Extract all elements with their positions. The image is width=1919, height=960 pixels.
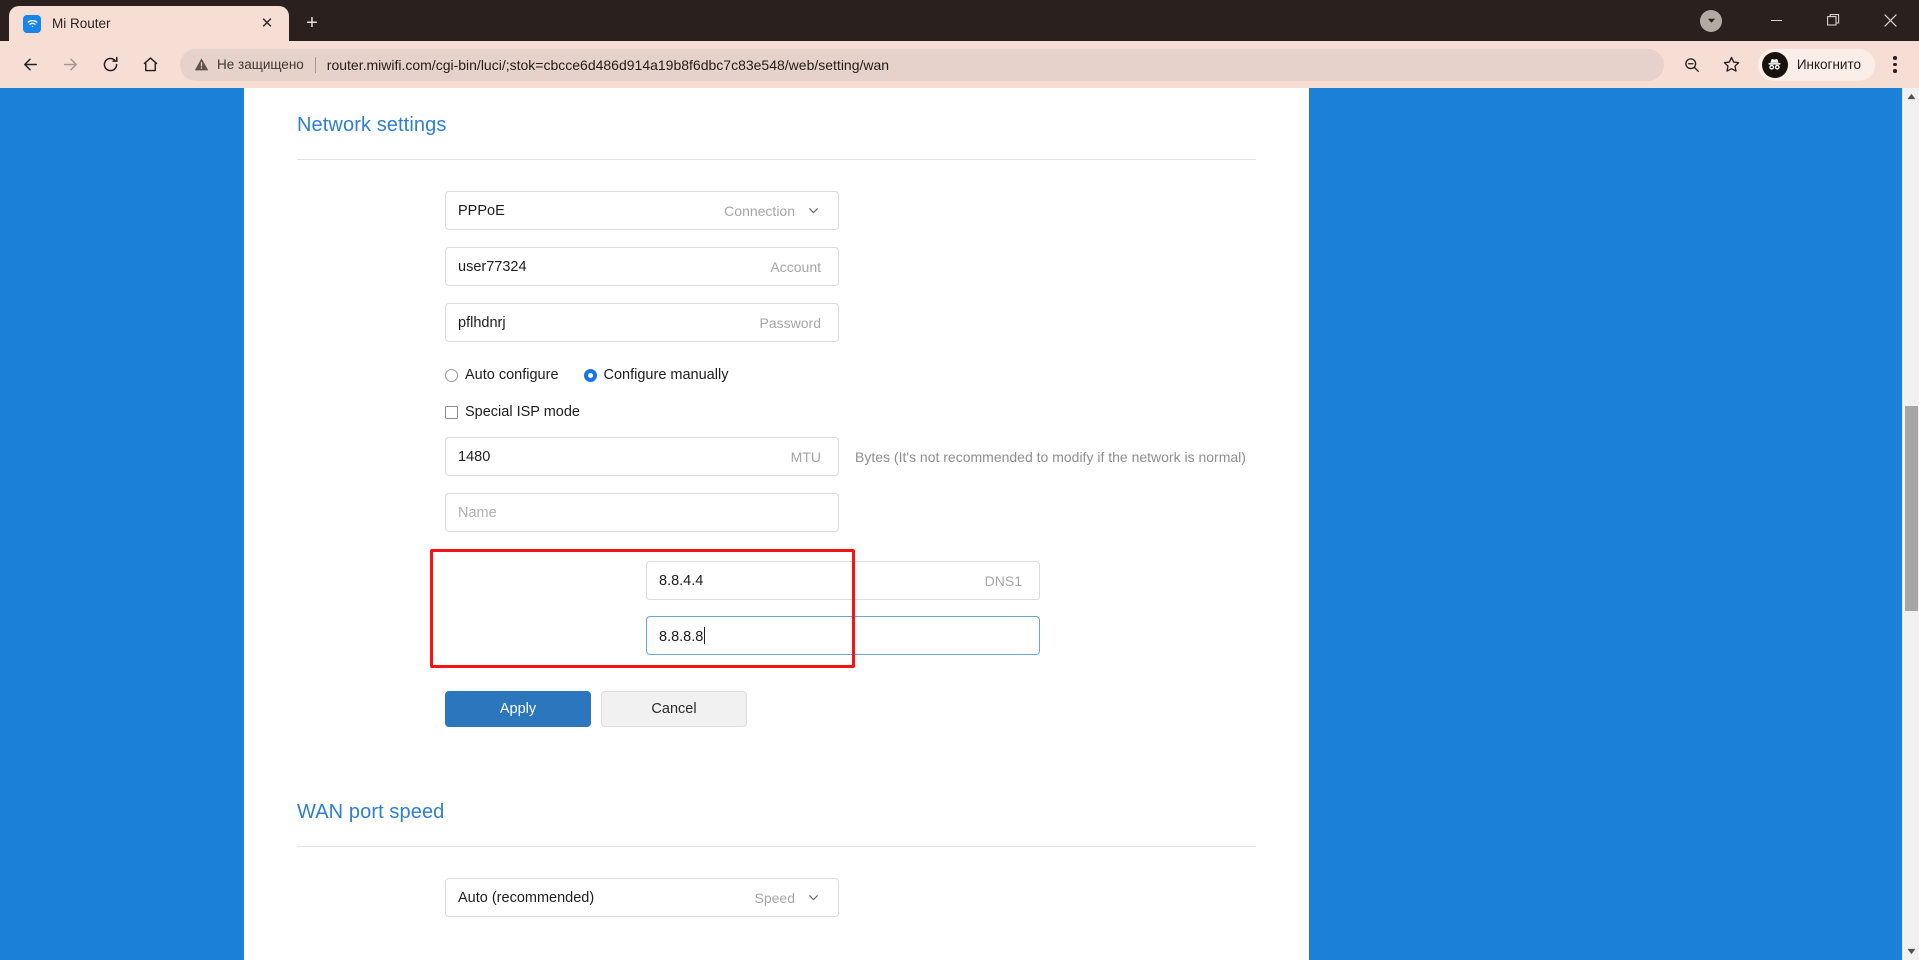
network-settings-form: PPPoE Connection user77324 Account pflhd… — [244, 191, 1309, 727]
zoom-out-icon[interactable] — [1675, 48, 1709, 82]
menu-dot — [1893, 56, 1897, 60]
browser-tab[interactable]: Mi Router ✕ — [9, 6, 289, 41]
minimize-button[interactable] — [1748, 0, 1805, 41]
radio-configure-manually[interactable]: Configure manually — [583, 367, 729, 383]
network-settings-title: Network settings — [297, 114, 447, 136]
account-row: user77324 Account — [244, 247, 1309, 286]
bookmark-star-icon[interactable] — [1715, 48, 1749, 82]
tab-title: Mi Router — [52, 16, 111, 31]
connection-type-row: PPPoE Connection — [244, 191, 1309, 230]
dns2-row: 8.8.8.8 — [445, 616, 1309, 655]
checkbox-special-isp-label: Special ISP mode — [465, 404, 580, 420]
radio-auto-configure[interactable]: Auto configure — [445, 367, 559, 383]
account-label: Account — [770, 258, 821, 275]
browser-titlebar: Mi Router ✕ + — [0, 0, 1919, 41]
checkbox-special-isp-mode[interactable]: Special ISP mode — [445, 404, 580, 420]
account-value: user77324 — [458, 258, 527, 275]
connection-type-select[interactable]: PPPoE Connection — [445, 191, 839, 230]
menu-dot — [1893, 69, 1897, 73]
scroll-down-arrow-icon[interactable] — [1903, 943, 1919, 960]
service-name-placeholder: Name — [458, 504, 497, 521]
dns1-row: 8.8.4.4 DNS1 — [445, 561, 1309, 600]
close-window-button[interactable] — [1862, 0, 1919, 41]
dns-highlight-group: 8.8.4.4 DNS1 8.8.8.8 — [244, 549, 1309, 668]
configure-mode-row: Auto configure Configure manually — [244, 367, 1309, 383]
home-icon[interactable] — [133, 48, 167, 82]
not-secure-warning-icon — [194, 57, 209, 72]
browser-menu-icon[interactable] — [1879, 48, 1911, 82]
dns1-value: 8.8.4.4 — [659, 572, 704, 589]
password-input[interactable]: pflhdnrj Password — [445, 303, 839, 342]
page-background-right — [1309, 88, 1919, 960]
page-viewport: Network settings PPPoE Connection user77… — [0, 88, 1919, 960]
radio-auto-configure-label: Auto configure — [465, 367, 559, 383]
mtu-input[interactable]: 1480 MTU — [445, 437, 839, 476]
omnibox-divider — [314, 56, 316, 73]
address-bar[interactable]: Не защищено router.miwifi.com/cgi-bin/lu… — [180, 48, 1664, 81]
service-name-input[interactable]: Name — [445, 493, 839, 532]
mtu-hint-text: Bytes (It's not recommended to modify if… — [855, 448, 1246, 465]
apply-button[interactable]: Apply — [445, 691, 591, 727]
connection-type-value: PPPoE — [458, 202, 505, 219]
dns2-input[interactable]: 8.8.8.8 — [646, 616, 1040, 655]
menu-dot — [1893, 62, 1897, 67]
radio-configure-manually-label: Configure manually — [603, 367, 729, 383]
maximize-button[interactable] — [1805, 0, 1862, 41]
section-divider — [297, 846, 1256, 847]
reload-icon[interactable] — [93, 48, 127, 82]
new-tab-button[interactable]: + — [297, 8, 327, 38]
radio-configure-manually-icon[interactable] — [583, 368, 597, 382]
update-available-icon[interactable] — [1700, 9, 1722, 32]
wan-port-speed-title: WAN port speed — [297, 801, 445, 823]
cancel-button[interactable]: Cancel — [601, 691, 747, 727]
profile-name-label: Инкогнито — [1796, 57, 1861, 72]
url-text: router.miwifi.com/cgi-bin/luci/;stok=cbc… — [326, 56, 890, 73]
service-name-row: Name — [244, 493, 1309, 532]
mtu-label: MTU — [790, 448, 821, 465]
dns1-label: DNS1 — [984, 572, 1022, 589]
scrollbar-thumb[interactable] — [1905, 406, 1918, 611]
wan-speed-label: Speed — [754, 889, 795, 906]
dns1-input[interactable]: 8.8.4.4 DNS1 — [646, 561, 1040, 600]
profile-incognito-button[interactable]: Инкогнито — [1757, 48, 1875, 81]
wan-speed-value: Auto (recommended) — [458, 889, 595, 906]
browser-toolbar: Не защищено router.miwifi.com/cgi-bin/lu… — [0, 41, 1919, 88]
wan-speed-row: Auto (recommended) Speed — [244, 878, 1309, 917]
forward-icon[interactable] — [53, 48, 87, 82]
tab-strip: Mi Router ✕ + — [0, 0, 327, 41]
special-isp-row: Special ISP mode — [244, 404, 1309, 420]
router-settings-content: Network settings PPPoE Connection user77… — [244, 88, 1309, 960]
connection-type-label: Connection — [724, 202, 795, 219]
wan-speed-select[interactable]: Auto (recommended) Speed — [445, 878, 839, 917]
dns2-value: 8.8.8.8 — [659, 626, 706, 645]
page-scrollbar[interactable] — [1902, 88, 1919, 960]
browser-window: Mi Router ✕ + Не защищено router.miwifi.… — [0, 0, 1919, 960]
checkbox-special-isp-icon[interactable] — [445, 405, 458, 419]
incognito-icon — [1761, 51, 1788, 78]
password-value: pflhdnrj — [458, 314, 506, 331]
mtu-row: 1480 MTU Bytes (It's not recommended to … — [244, 437, 1309, 476]
radio-auto-configure-icon[interactable] — [445, 368, 458, 382]
chevron-down-icon[interactable] — [806, 890, 821, 905]
wifi-icon — [23, 14, 41, 33]
router-page-card: Network settings PPPoE Connection user77… — [244, 88, 1309, 960]
section-divider — [297, 159, 1256, 160]
password-label: Password — [759, 314, 821, 331]
mtu-value: 1480 — [458, 448, 491, 465]
password-row: pflhdnrj Password — [244, 303, 1309, 342]
close-tab-icon[interactable]: ✕ — [255, 12, 279, 36]
form-actions: Apply Cancel — [244, 691, 1309, 727]
security-status-text: Не защищено — [217, 57, 304, 72]
account-input[interactable]: user77324 Account — [445, 247, 839, 286]
scroll-up-arrow-icon[interactable] — [1903, 88, 1919, 105]
chevron-down-icon[interactable] — [806, 203, 821, 218]
back-icon[interactable] — [13, 48, 47, 82]
text-cursor — [704, 626, 706, 644]
page-background-left — [0, 88, 244, 960]
window-controls — [1700, 0, 1919, 41]
